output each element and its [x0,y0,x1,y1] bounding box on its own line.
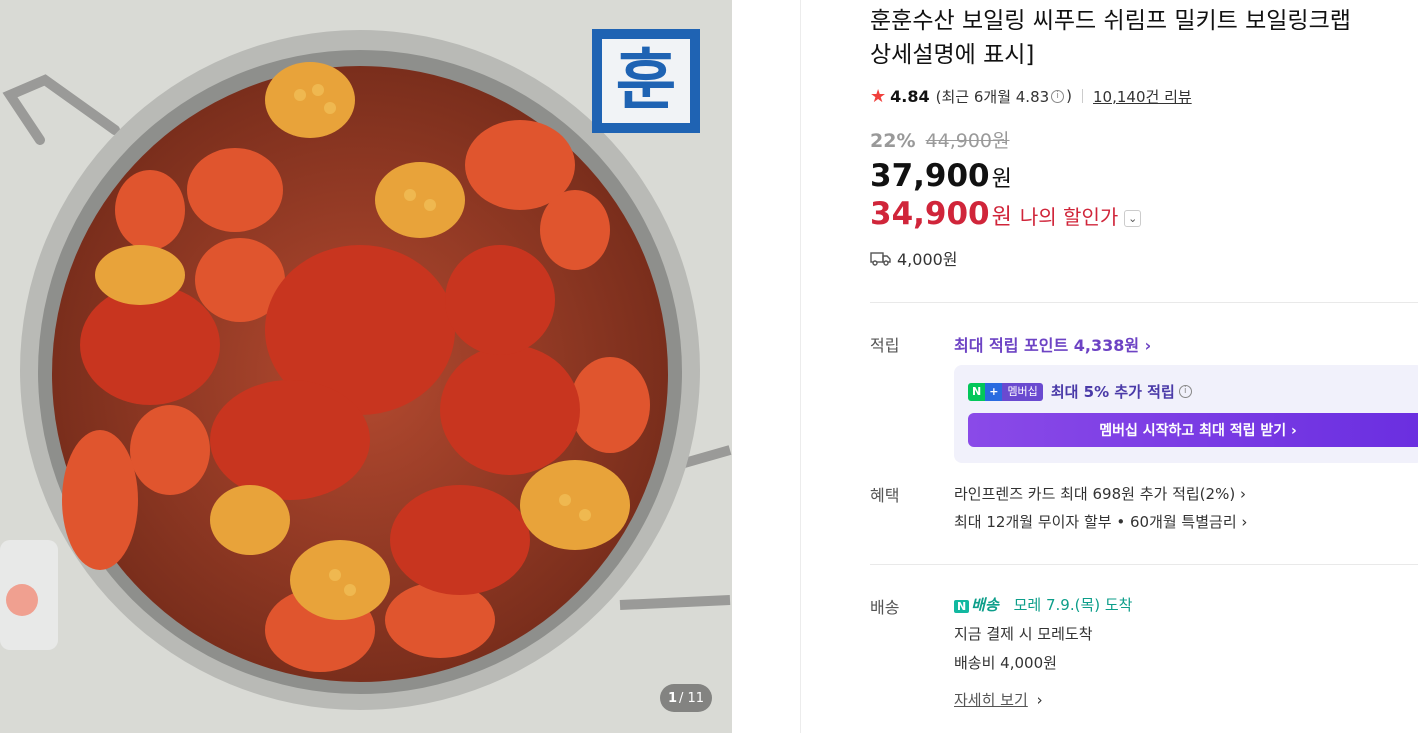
my-price-row: 34,900 원 나의 할인가 ⌄ [870,196,1142,232]
delivery-fee: 배송비 4,000원 [954,654,1057,672]
chevron-down-icon[interactable]: ⌄ [1124,210,1142,227]
original-price: 44,900원 [925,130,1010,152]
max-points-link[interactable]: 최대 적립 포인트 4,338원 › [954,332,1151,356]
product-image[interactable]: 훈 1 / 11 [0,0,732,733]
membership-box: N + 멤버십 최대 5% 추가 적립 i 멤버십 시작하고 최대 적립 받기 … [954,365,1418,463]
image-counter-total: / 11 [678,690,705,706]
rating-separator [1082,89,1084,103]
product-title-line2: 상세설명에 표시] [870,42,1035,68]
card-benefit-link[interactable]: 라인프렌즈 카드 최대 698원 추가 적립(2%) › [954,483,1246,504]
badge-plus: + [985,382,1003,401]
my-price-unit: 원 [991,205,1012,230]
brand-logo: 훈 [592,29,700,133]
my-price: 34,900 [870,196,990,232]
delivery-detail-link[interactable]: 자세히 보기 › [954,689,1043,710]
shipping-fee-row: 4,000원 [870,246,958,270]
discount-row: 22% 44,900원 [870,126,1010,153]
membership-text: 최대 5% 추가 적립 [1050,383,1175,401]
delivery-label: 배송 [870,598,900,617]
sale-price-unit: 원 [991,167,1012,192]
shipping-fee: 4,000원 [897,250,958,269]
brand-logo-text: 훈 [615,42,677,119]
price-row: 37,900 원 [870,158,1012,194]
n-delivery-badge: N 배송 [954,596,999,614]
delivery-detail-text: 자세히 보기 [954,691,1028,709]
badge-n: N [968,382,986,401]
arrival-date: 모레 7.9.(목) 도착 [1013,596,1133,614]
delivery-arrival: N 배송 모레 7.9.(목) 도착 [954,594,1132,615]
product-info: 훈훈수산 보일링 씨푸드 쉬림프 밀키트 보일링크랩 상세설명에 표시] ★ 4… [870,0,1418,733]
section-divider [870,302,1418,303]
delivery-note: 지금 결제 시 모레도착 [954,625,1093,643]
naver-plus-badge: N + 멤버십 [968,382,1043,401]
product-title-line1: 훈훈수산 보일링 씨푸드 쉬림프 밀키트 보일링크랩 [870,8,1351,34]
membership-start-button[interactable]: 멤버십 시작하고 최대 적립 받기 › [968,413,1418,447]
membership-info-icon[interactable]: i [1178,385,1192,398]
installment-link[interactable]: 최대 12개월 무이자 할부 • 60개월 특별금리 › [954,511,1247,532]
recent-rating-close: ) [1066,87,1073,105]
panel-divider [800,0,801,733]
product-title: 훈훈수산 보일링 씨푸드 쉬림프 밀키트 보일링크랩 상세설명에 표시] [870,4,1418,72]
image-counter-current: 1 [667,690,677,706]
sale-price: 37,900 [870,158,990,194]
section-divider [870,564,1418,565]
rating-row: ★ 4.84 (최근 6개월 4.83 i ) 10,140건 리뷰 [870,84,1192,108]
image-counter: 1 / 11 [660,684,712,712]
benefits-label: 혜택 [870,486,900,505]
membership-info: N + 멤버십 최대 5% 추가 적립 i [968,381,1194,402]
discount-rate: 22% [870,130,916,152]
recent-rating: (최근 6개월 4.83 [935,87,1050,106]
truck-icon [870,252,891,266]
star-icon: ★ [870,85,887,107]
chevron-right-icon: › [1036,691,1043,709]
badge-membership: 멤버십 [1002,382,1043,401]
points-label: 적립 [870,336,900,355]
my-price-label: 나의 할인가 [1019,205,1119,229]
info-icon[interactable]: i [1051,89,1065,103]
review-count-link[interactable]: 10,140건 리뷰 [1093,86,1192,107]
rating-value: 4.84 [890,86,930,106]
